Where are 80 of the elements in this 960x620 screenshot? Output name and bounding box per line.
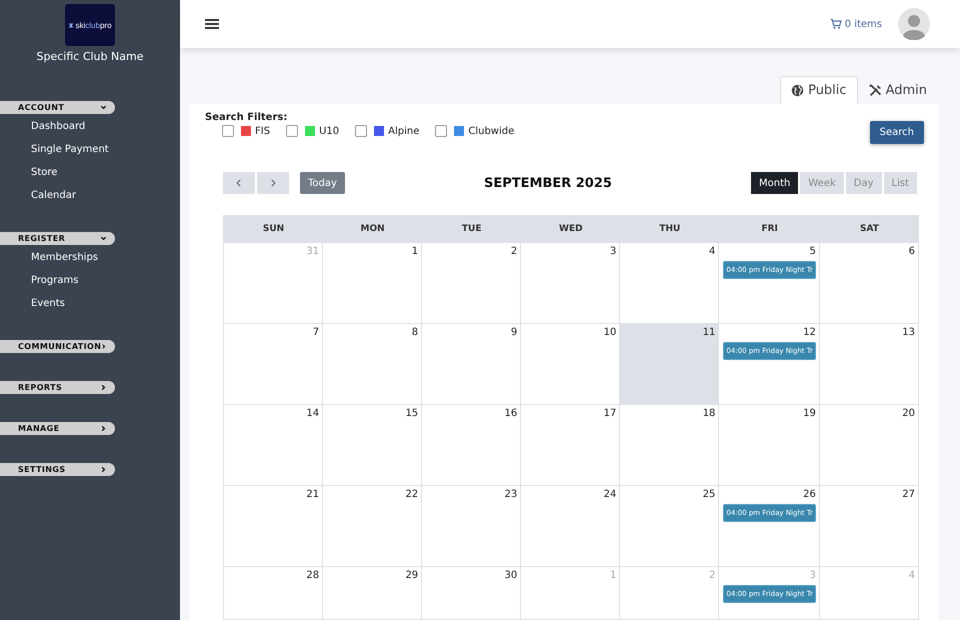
- calendar-title: SEPTEMBER 2025: [484, 176, 612, 190]
- day-number[interactable]: 6: [908, 246, 915, 257]
- sidebar-item[interactable]: Dashboard: [31, 120, 109, 143]
- sidebar-item[interactable]: Calendar: [31, 189, 109, 212]
- filters-label: Search Filters:: [205, 112, 288, 123]
- day-number[interactable]: 11: [702, 327, 716, 338]
- day-number[interactable]: 21: [306, 489, 320, 500]
- chevron-right-icon: [100, 425, 107, 432]
- globe-icon: [791, 84, 804, 97]
- day-number[interactable]: 25: [702, 489, 716, 500]
- day-number[interactable]: 5: [810, 246, 816, 257]
- weekday-header: SUN: [224, 215, 324, 243]
- day-number[interactable]: 16: [504, 408, 518, 419]
- section-header[interactable]: ACCOUNT: [0, 101, 115, 114]
- weekday-header: THU: [620, 215, 720, 243]
- weekday-header: TUE: [422, 215, 522, 243]
- weekday-header: SAT: [820, 215, 919, 243]
- search-button[interactable]: Search: [870, 121, 924, 144]
- checkbox[interactable]: [435, 125, 448, 137]
- day-number[interactable]: 19: [803, 408, 816, 419]
- section-header[interactable]: SETTINGS: [0, 463, 115, 476]
- logo: skiclubpro: [65, 4, 115, 46]
- filter-label: Clubwide: [468, 126, 514, 136]
- sidebar-item[interactable]: Events: [31, 297, 98, 320]
- day-number[interactable]: 12: [803, 327, 816, 338]
- day-number[interactable]: 1: [412, 246, 418, 257]
- chevron-down-icon: [100, 104, 107, 111]
- tab[interactable]: Public: [780, 76, 858, 104]
- chevron-right-icon: [100, 384, 107, 391]
- weekday-header: WED: [521, 215, 620, 243]
- day-number[interactable]: 20: [902, 408, 915, 419]
- checkbox[interactable]: [355, 125, 368, 137]
- day-number[interactable]: 18: [702, 408, 716, 419]
- filter-label: U10: [319, 126, 340, 136]
- tools-icon: [868, 84, 882, 97]
- skier-icon: [68, 20, 74, 30]
- day-number[interactable]: 10: [604, 327, 616, 338]
- cart-icon: [830, 18, 842, 30]
- menu-icon[interactable]: [204, 16, 220, 32]
- sidebar-item[interactable]: Programs: [31, 274, 98, 297]
- view-button[interactable]: Month: [751, 172, 798, 194]
- day-number[interactable]: 30: [504, 570, 518, 581]
- weekday-header: MON: [323, 215, 422, 243]
- sidebar-item[interactable]: Memberships: [31, 251, 98, 274]
- chevron-right-icon: [101, 343, 107, 350]
- day-number[interactable]: 8: [412, 327, 418, 338]
- day-number[interactable]: 28: [306, 570, 320, 581]
- day-number[interactable]: 14: [306, 408, 320, 419]
- day-number[interactable]: 24: [604, 489, 616, 500]
- filter-label: Alpine: [388, 126, 420, 136]
- section-header[interactable]: REGISTER: [0, 232, 115, 245]
- chevron-down-icon: [100, 235, 107, 242]
- day-number[interactable]: 4: [709, 246, 716, 257]
- day-number[interactable]: 7: [312, 327, 320, 338]
- section-header[interactable]: REPORTS: [0, 381, 115, 394]
- sidebar-item[interactable]: Store: [31, 166, 109, 189]
- checkbox[interactable]: [222, 125, 234, 137]
- sidebar-item[interactable]: Single Payment: [31, 143, 109, 166]
- section-header[interactable]: COMMUNICATION: [0, 340, 115, 353]
- day-number[interactable]: 27: [902, 489, 915, 500]
- day-number[interactable]: 2: [510, 246, 518, 257]
- tab[interactable]: Admin: [858, 76, 938, 104]
- day-number[interactable]: 17: [604, 408, 616, 419]
- checkbox[interactable]: [286, 125, 298, 137]
- day-number[interactable]: 29: [405, 570, 418, 581]
- day-number[interactable]: 13: [902, 327, 915, 338]
- day-number[interactable]: 26: [803, 489, 816, 500]
- avatar-icon: [898, 8, 930, 40]
- today-button[interactable]: Today: [300, 172, 345, 194]
- club-name: Specific Club Name: [36, 50, 144, 63]
- day-number[interactable]: 15: [405, 408, 418, 419]
- day-number[interactable]: 3: [610, 246, 616, 257]
- weekday-header: FRI: [719, 215, 820, 243]
- day-number[interactable]: 22: [405, 489, 418, 500]
- cart-link[interactable]: 0 items: [830, 18, 882, 30]
- filter-label: FIS: [255, 126, 270, 136]
- day-number[interactable]: 9: [510, 327, 518, 338]
- section-header[interactable]: MANAGE: [0, 422, 115, 435]
- day-number[interactable]: 23: [504, 489, 518, 500]
- chevron-right-icon: [100, 466, 107, 473]
